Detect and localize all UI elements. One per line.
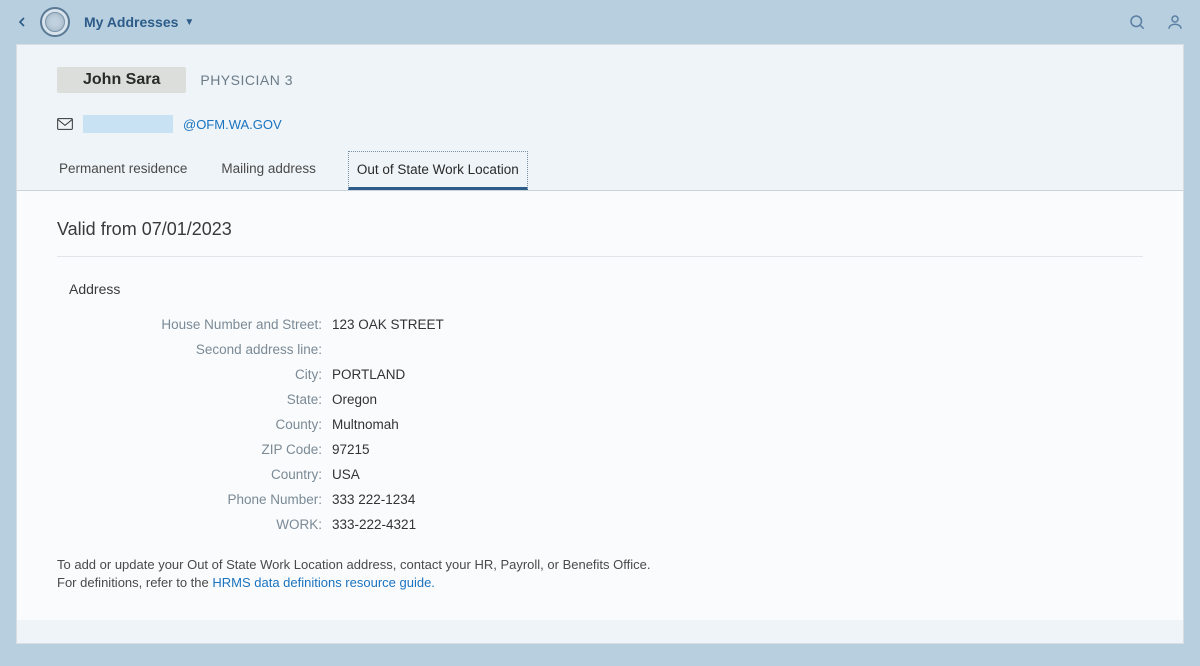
email-link[interactable]: @OFM.WA.GOV	[183, 117, 282, 132]
field-row: State: Oregon	[57, 392, 1143, 407]
field-value-country: USA	[332, 467, 360, 482]
main-panel: John Sara PHYSICIAN 3 @OFM.WA.GOV Perman…	[16, 44, 1184, 644]
field-value-work: 333-222-4321	[332, 517, 416, 532]
seal-logo	[40, 7, 70, 37]
chevron-left-icon	[14, 14, 30, 30]
help-line1: To add or update your Out of State Work …	[57, 556, 1143, 574]
email-redacted	[83, 115, 173, 133]
search-icon	[1128, 13, 1146, 31]
field-row: Phone Number: 333 222-1234	[57, 492, 1143, 507]
section-heading: Address	[57, 281, 1143, 297]
user-button[interactable]	[1166, 13, 1184, 31]
user-icon	[1166, 13, 1184, 31]
field-label-phone: Phone Number:	[57, 492, 332, 507]
top-bar: My Addresses ▼	[0, 0, 1200, 44]
field-value-county: Multnomah	[332, 417, 399, 432]
field-row: WORK: 333-222-4321	[57, 517, 1143, 532]
tab-mailing-address[interactable]: Mailing address	[219, 151, 318, 190]
field-value-state: Oregon	[332, 392, 377, 407]
field-value-phone: 333 222-1234	[332, 492, 415, 507]
field-label-house: House Number and Street:	[57, 317, 332, 332]
back-button[interactable]	[12, 12, 32, 32]
person-name: John Sara	[57, 67, 186, 93]
field-row: County: Multnomah	[57, 417, 1143, 432]
valid-from-heading: Valid from 07/01/2023	[57, 219, 1143, 257]
page-title: My Addresses	[84, 14, 178, 30]
field-label-state: State:	[57, 392, 332, 407]
field-row: Country: USA	[57, 467, 1143, 482]
search-button[interactable]	[1128, 13, 1146, 31]
email-row: @OFM.WA.GOV	[17, 103, 1183, 151]
mail-icon	[57, 118, 73, 130]
field-label-zip: ZIP Code:	[57, 442, 332, 457]
help-text: To add or update your Out of State Work …	[57, 556, 1143, 592]
field-label-city: City:	[57, 367, 332, 382]
field-row: ZIP Code: 97215	[57, 442, 1143, 457]
field-row: City: PORTLAND	[57, 367, 1143, 382]
caret-down-icon: ▼	[184, 17, 194, 28]
tab-out-of-state[interactable]: Out of State Work Location	[348, 151, 528, 190]
field-row: House Number and Street: 123 OAK STREET	[57, 317, 1143, 332]
field-value-house: 123 OAK STREET	[332, 317, 444, 332]
help-line2-prefix: For definitions, refer to the	[57, 575, 212, 590]
help-line2: For definitions, refer to the HRMS data …	[57, 574, 1143, 592]
top-right-actions	[1128, 13, 1184, 31]
tabs: Permanent residence Mailing address Out …	[17, 151, 1183, 191]
field-label-county: County:	[57, 417, 332, 432]
person-header: John Sara PHYSICIAN 3	[17, 45, 1183, 103]
field-label-work: WORK:	[57, 517, 332, 532]
page-title-dropdown[interactable]: My Addresses ▼	[84, 14, 194, 30]
field-value-city: PORTLAND	[332, 367, 405, 382]
field-label-country: Country:	[57, 467, 332, 482]
help-link[interactable]: HRMS data definitions resource guide.	[212, 575, 435, 590]
field-row: Second address line:	[57, 342, 1143, 357]
field-label-second: Second address line:	[57, 342, 332, 357]
tab-content: Valid from 07/01/2023 Address House Numb…	[17, 191, 1183, 620]
field-value-zip: 97215	[332, 442, 370, 457]
person-role: PHYSICIAN 3	[200, 72, 293, 88]
tab-permanent-residence[interactable]: Permanent residence	[57, 151, 189, 190]
